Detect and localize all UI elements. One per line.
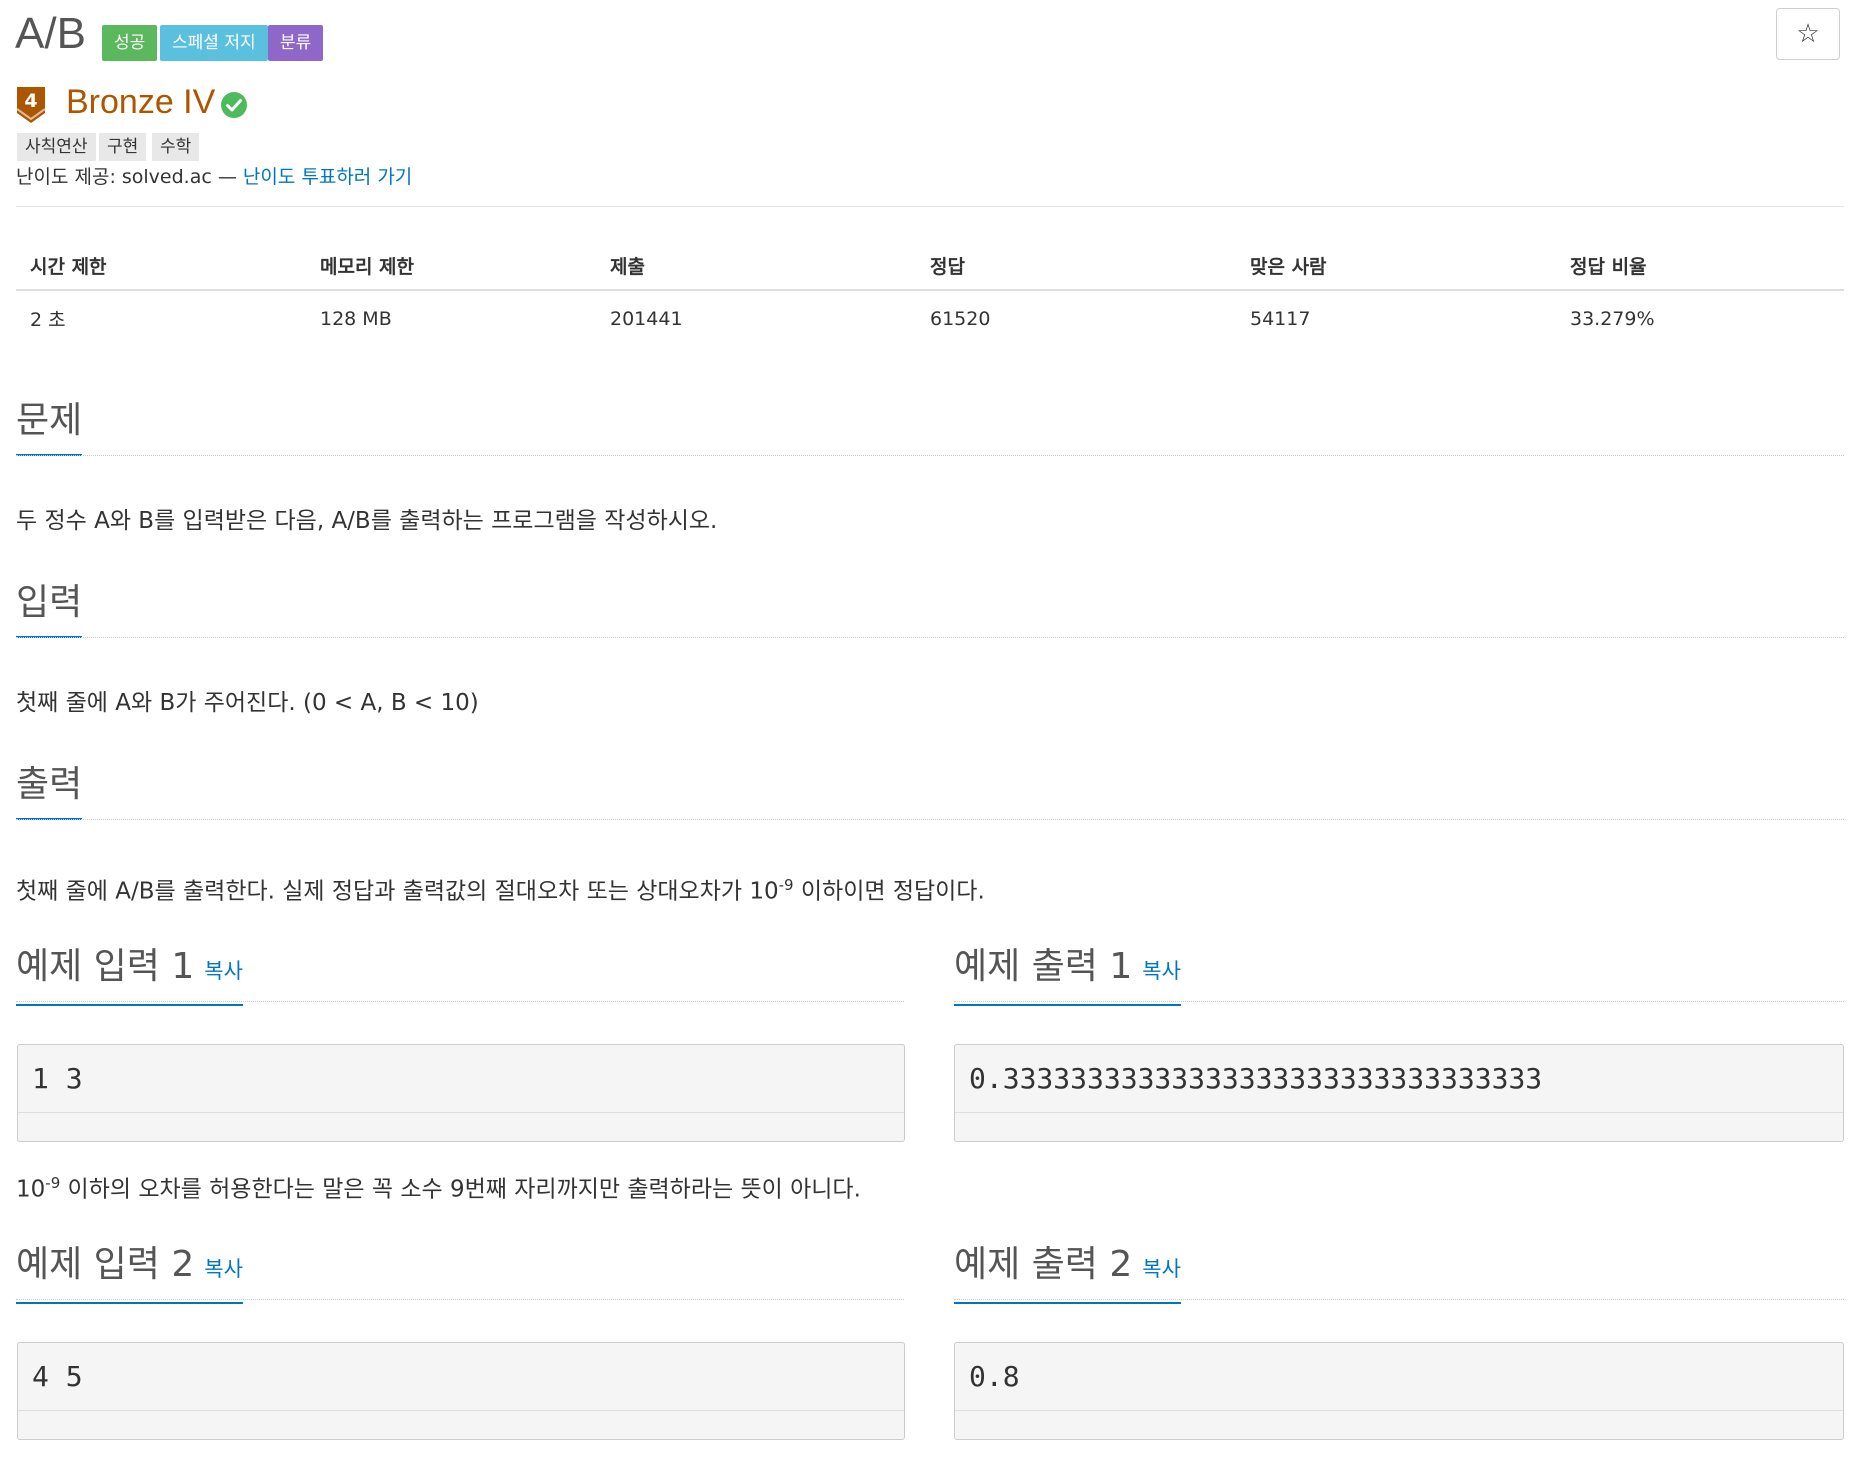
label-classification[interactable]: 분류	[268, 25, 324, 61]
hint-exponent: -9	[45, 1174, 61, 1192]
sample-input-1-title: 예제 입력 1 복사	[16, 944, 243, 1006]
problem-info-table: 시간 제한 메모리 제한 제출 정답 맞은 사람 정답 비율 2 초 128 M…	[16, 244, 1844, 346]
sample-input-1-code: 1 3	[18, 1045, 904, 1113]
copy-sample-input-1-button[interactable]: 복사	[204, 959, 243, 983]
sample-output-2-code: 0.8	[955, 1343, 1843, 1411]
favorite-star-button[interactable]: ☆	[1776, 8, 1840, 60]
vote-difficulty-link[interactable]: 난이도 투표하러 가기	[243, 166, 412, 188]
section-rule	[16, 637, 1844, 638]
output-text-after: 이하이면 정답이다.	[793, 878, 985, 905]
section-rule	[954, 1001, 1844, 1002]
tag-implementation[interactable]: 구현	[99, 133, 147, 161]
section-rule	[16, 819, 1844, 820]
header-divider	[16, 206, 1844, 207]
hint-text: 이하의 오차를 허용한다는 말은 꼭 소수 9번째 자리까지만 출력하라는 뜻이…	[60, 1176, 861, 1203]
sample-output-2-label: 예제 출력 2	[954, 1244, 1133, 1285]
section-title-input: 입력	[16, 580, 83, 638]
output-text-before: 첫째 줄에 A/B를 출력한다. 실제 정답과 출력값의 절대오차 또는 상대오…	[16, 878, 779, 905]
hint-base: 10	[16, 1176, 46, 1203]
value-ratio: 33.279%	[1570, 307, 1655, 330]
sample-output-2-box[interactable]: 0.8	[954, 1342, 1844, 1440]
sample-output-1-code: 0.33333333333333333333333333333333	[955, 1045, 1843, 1113]
value-submissions[interactable]: 201441	[596, 290, 916, 346]
sample-input-1-label: 예제 입력 1	[16, 946, 195, 987]
output-exponent: -9	[778, 876, 794, 894]
value-solvers[interactable]: 54117	[1236, 290, 1556, 346]
header-accepted: 정답	[916, 244, 1236, 291]
section-title-output: 출력	[16, 762, 83, 820]
info-header-row: 시간 제한 메모리 제한 제출 정답 맞은 사람 정답 비율	[16, 244, 1844, 291]
sample-output-1-title: 예제 출력 1 복사	[954, 944, 1181, 1006]
header-submissions: 제출	[596, 244, 916, 291]
tag-math[interactable]: 수학	[152, 133, 200, 161]
sample-input-2-label: 예제 입력 2	[16, 1244, 195, 1285]
header-solvers: 맞은 사람	[1236, 244, 1556, 291]
sample-input-2-title: 예제 입력 2 복사	[16, 1242, 243, 1304]
sample-output-2-title: 예제 출력 2 복사	[954, 1242, 1181, 1304]
description-text: 두 정수 A와 B를 입력받은 다음, A/B를 출력하는 프로그램을 작성하시…	[16, 508, 718, 534]
solved-check-icon	[221, 92, 247, 118]
input-text: 첫째 줄에 A와 B가 주어진다. (0 < A, B < 10)	[16, 690, 479, 716]
sample-input-1-box[interactable]: 1 3	[17, 1044, 905, 1142]
tier-number: 4	[24, 90, 37, 112]
header-memory-limit: 메모리 제한	[306, 244, 596, 291]
problem-title: A/B	[15, 9, 86, 58]
label-special-judge: 스페셜 저지	[160, 25, 268, 61]
problem-page: A/B 성공 스페셜 저지 분류 ☆ 4 Bronze IV 사칙연산 구현 수…	[0, 0, 1850, 1458]
section-rule	[16, 1299, 904, 1300]
output-text: 첫째 줄에 A/B를 출력한다. 실제 정답과 출력값의 절대오차 또는 상대오…	[16, 869, 985, 908]
sample-output-1-box[interactable]: 0.33333333333333333333333333333333	[954, 1044, 1844, 1142]
sample-hint: 10-9 이하의 오차를 허용한다는 말은 꼭 소수 9번째 자리까지만 출력하…	[16, 1167, 861, 1206]
value-accepted[interactable]: 61520	[916, 290, 1236, 346]
section-title-description: 문제	[16, 398, 83, 456]
info-value-row: 2 초 128 MB 201441 61520 54117 33.279%	[16, 290, 1844, 346]
header-ratio: 정답 비율	[1556, 244, 1844, 291]
tier-name[interactable]: Bronze IV	[66, 80, 215, 124]
star-icon: ☆	[1796, 19, 1820, 49]
section-rule	[954, 1299, 1844, 1300]
copy-sample-output-1-button[interactable]: 복사	[1142, 959, 1181, 983]
sample-input-2-box[interactable]: 4 5	[17, 1342, 905, 1440]
copy-sample-output-2-button[interactable]: 복사	[1142, 1257, 1181, 1281]
copy-sample-input-2-button[interactable]: 복사	[204, 1257, 243, 1281]
tag-arithmetic[interactable]: 사칙연산	[17, 133, 96, 161]
value-memory-limit: 128 MB	[320, 307, 392, 330]
label-success: 성공	[102, 25, 158, 61]
header-time-limit: 시간 제한	[16, 244, 306, 291]
credit-prefix: 난이도 제공: solved.ac —	[16, 166, 243, 188]
bronze-tier-icon: 4	[16, 87, 46, 123]
sample-input-2-code: 4 5	[18, 1343, 904, 1411]
difficulty-credit: 난이도 제공: solved.ac — 난이도 투표하러 가기	[16, 163, 412, 191]
section-rule	[16, 455, 1844, 456]
sample-output-1-label: 예제 출력 1	[954, 946, 1133, 987]
value-time-limit: 2 초	[30, 309, 66, 331]
section-rule	[16, 1001, 904, 1002]
